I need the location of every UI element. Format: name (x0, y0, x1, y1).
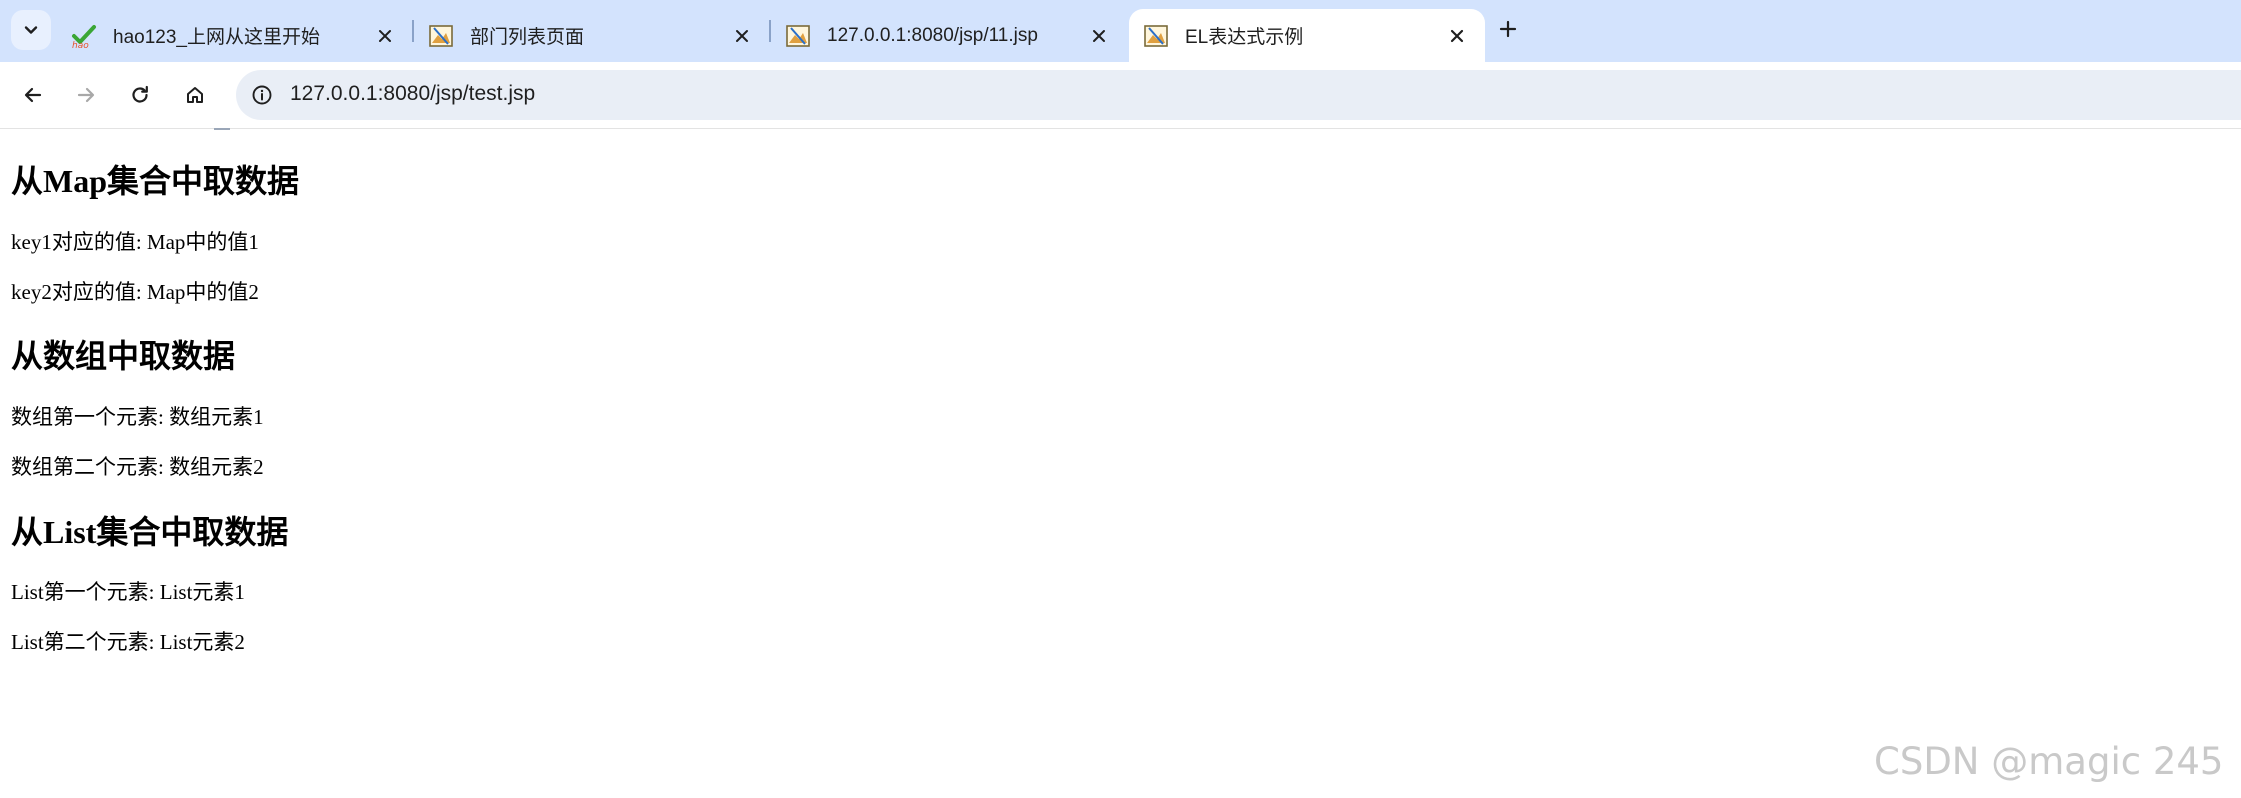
back-button[interactable] (14, 76, 52, 114)
broken-image-icon (786, 24, 810, 47)
address-bar[interactable]: 127.0.0.1:8080/jsp/test.jsp (236, 70, 2241, 120)
broken-image-icon (1144, 24, 1168, 47)
site-info-icon[interactable] (248, 81, 276, 109)
tab-strip: hao hao123_上网从这里开始 部门列表页面 127.0.0.1:8080… (0, 0, 2241, 62)
forward-button[interactable] (67, 76, 105, 114)
close-icon[interactable] (371, 22, 399, 50)
close-icon[interactable] (728, 22, 756, 50)
new-tab-button[interactable] (1492, 13, 1524, 45)
section-heading-list: 从List集合中取数据 (11, 514, 289, 550)
close-icon[interactable] (1085, 22, 1113, 50)
reload-icon (132, 85, 148, 103)
tab-title: hao123_上网从这里开始 (113, 27, 320, 48)
home-icon (187, 87, 203, 103)
browser-toolbar: 127.0.0.1:8080/jsp/test.jsp (0, 62, 2241, 129)
arrow-right-icon (77, 87, 95, 103)
tab-title: 部门列表页面 (470, 27, 585, 48)
tab-department-list[interactable]: 部门列表页面 (414, 9, 770, 62)
array-line-2: 数组第二个元素: 数组元素2 (11, 455, 264, 479)
tab-11-jsp[interactable]: 127.0.0.1:8080/jsp/11.jsp (771, 9, 1127, 62)
tab-search-button[interactable] (11, 10, 51, 50)
section-heading-map: 从Map集合中取数据 (11, 163, 300, 199)
tab-el-example[interactable]: EL表达式示例 (1129, 9, 1485, 62)
map-line-1: key1对应的值: Map中的值1 (11, 230, 259, 254)
tab-title: EL表达式示例 (1185, 27, 1304, 48)
tab-hao123[interactable]: hao hao123_上网从这里开始 (57, 9, 413, 62)
list-line-1: List第一个元素: List元素1 (11, 580, 245, 604)
home-button[interactable] (176, 76, 214, 114)
map-line-2: key2对应的值: Map中的值2 (11, 280, 259, 304)
hao123-icon: hao (72, 24, 96, 49)
close-icon[interactable] (1443, 22, 1471, 50)
svg-text:hao: hao (72, 41, 89, 49)
plus-icon (1499, 20, 1517, 38)
array-line-1: 数组第一个元素: 数组元素1 (11, 405, 264, 429)
broken-image-icon (429, 24, 453, 47)
list-line-2: List第二个元素: List元素2 (11, 630, 245, 654)
reload-button[interactable] (121, 76, 159, 114)
chevron-down-icon (24, 26, 38, 34)
address-text[interactable]: 127.0.0.1:8080/jsp/test.jsp (290, 82, 535, 106)
tab-title: 127.0.0.1:8080/jsp/11.jsp (827, 24, 1038, 46)
page-edge-fragment (214, 128, 230, 130)
section-heading-array: 从数组中取数据 (11, 338, 236, 374)
csdn-watermark: CSDN @magic 245 (1874, 740, 2224, 783)
arrow-left-icon (24, 87, 42, 103)
